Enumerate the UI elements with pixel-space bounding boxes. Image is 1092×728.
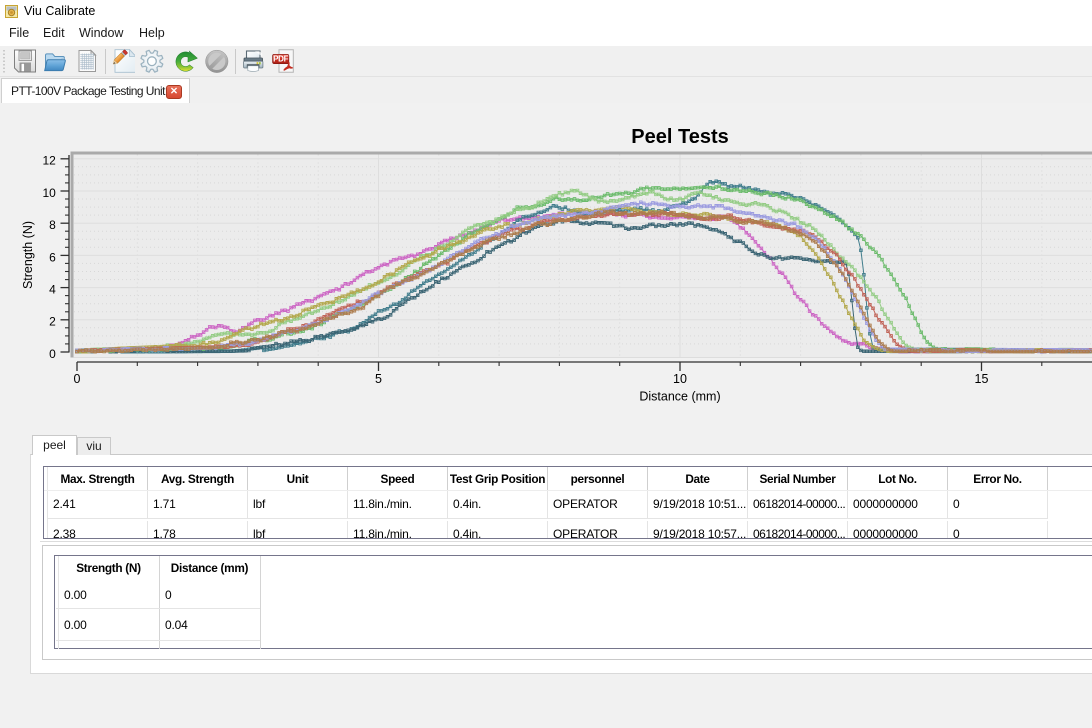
svg-text:PDF: PDF: [273, 55, 289, 64]
svg-text:2: 2: [49, 315, 56, 329]
svg-text:0: 0: [74, 372, 81, 386]
svg-text:8: 8: [49, 218, 56, 232]
svg-text:5: 5: [375, 372, 382, 386]
svg-text:0: 0: [49, 347, 56, 361]
svg-text:10: 10: [42, 186, 56, 200]
svg-text:15: 15: [975, 372, 989, 386]
svg-text:4: 4: [49, 283, 56, 297]
svg-text:12: 12: [42, 154, 56, 168]
svg-text:10: 10: [673, 372, 687, 386]
svg-text:6: 6: [49, 250, 56, 264]
svg-text:Strength (N): Strength (N): [21, 221, 35, 289]
svg-text:Distance (mm): Distance (mm): [639, 390, 720, 404]
svg-text:Peel Tests: Peel Tests: [631, 126, 728, 148]
